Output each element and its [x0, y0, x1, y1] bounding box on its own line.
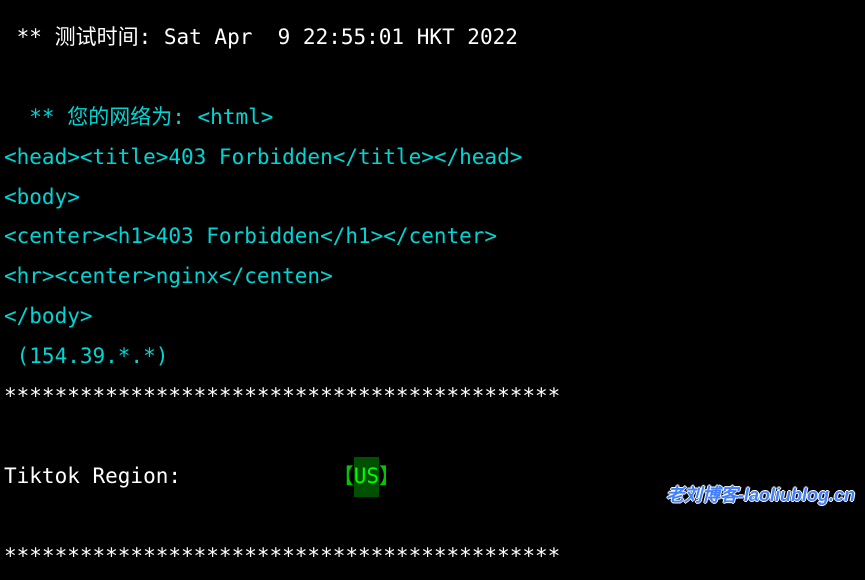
divider-line-2: ****************************************…	[4, 537, 861, 577]
html-body-open-line: <body>	[4, 178, 861, 218]
ip-line: (154.39.*.*)	[4, 337, 861, 377]
region-right-bracket: 】	[379, 457, 400, 497]
html-hr-line: <hr><center>nginx</centen>	[4, 257, 861, 297]
region-spacer	[181, 457, 333, 497]
html-open-tag: <html>	[198, 105, 274, 129]
html-head-line: <head><title>403 Forbidden</title></head…	[4, 138, 861, 178]
watermark: 老刘博客-laoliublog.cn	[666, 478, 855, 512]
html-center-h1-line: <center><h1>403 Forbidden</h1></center>	[4, 217, 861, 257]
network-label: ** 您的网络为:	[4, 105, 198, 129]
blank-line	[4, 58, 861, 98]
blank-line-2	[4, 417, 861, 457]
region-value: US	[354, 457, 379, 497]
region-label: Tiktok Region:	[4, 457, 181, 497]
html-body-close-line: </body>	[4, 297, 861, 337]
test-time-line: ** 测试时间: Sat Apr 9 22:55:01 HKT 2022	[4, 18, 861, 58]
test-time-label: ** 测试时间:	[4, 25, 151, 49]
test-time-value: Sat Apr 9 22:55:01 HKT 2022	[151, 25, 518, 49]
region-left-bracket: 【	[333, 457, 354, 497]
divider-line-1: ****************************************…	[4, 377, 861, 417]
network-label-line: ** 您的网络为: <html>	[4, 98, 861, 138]
